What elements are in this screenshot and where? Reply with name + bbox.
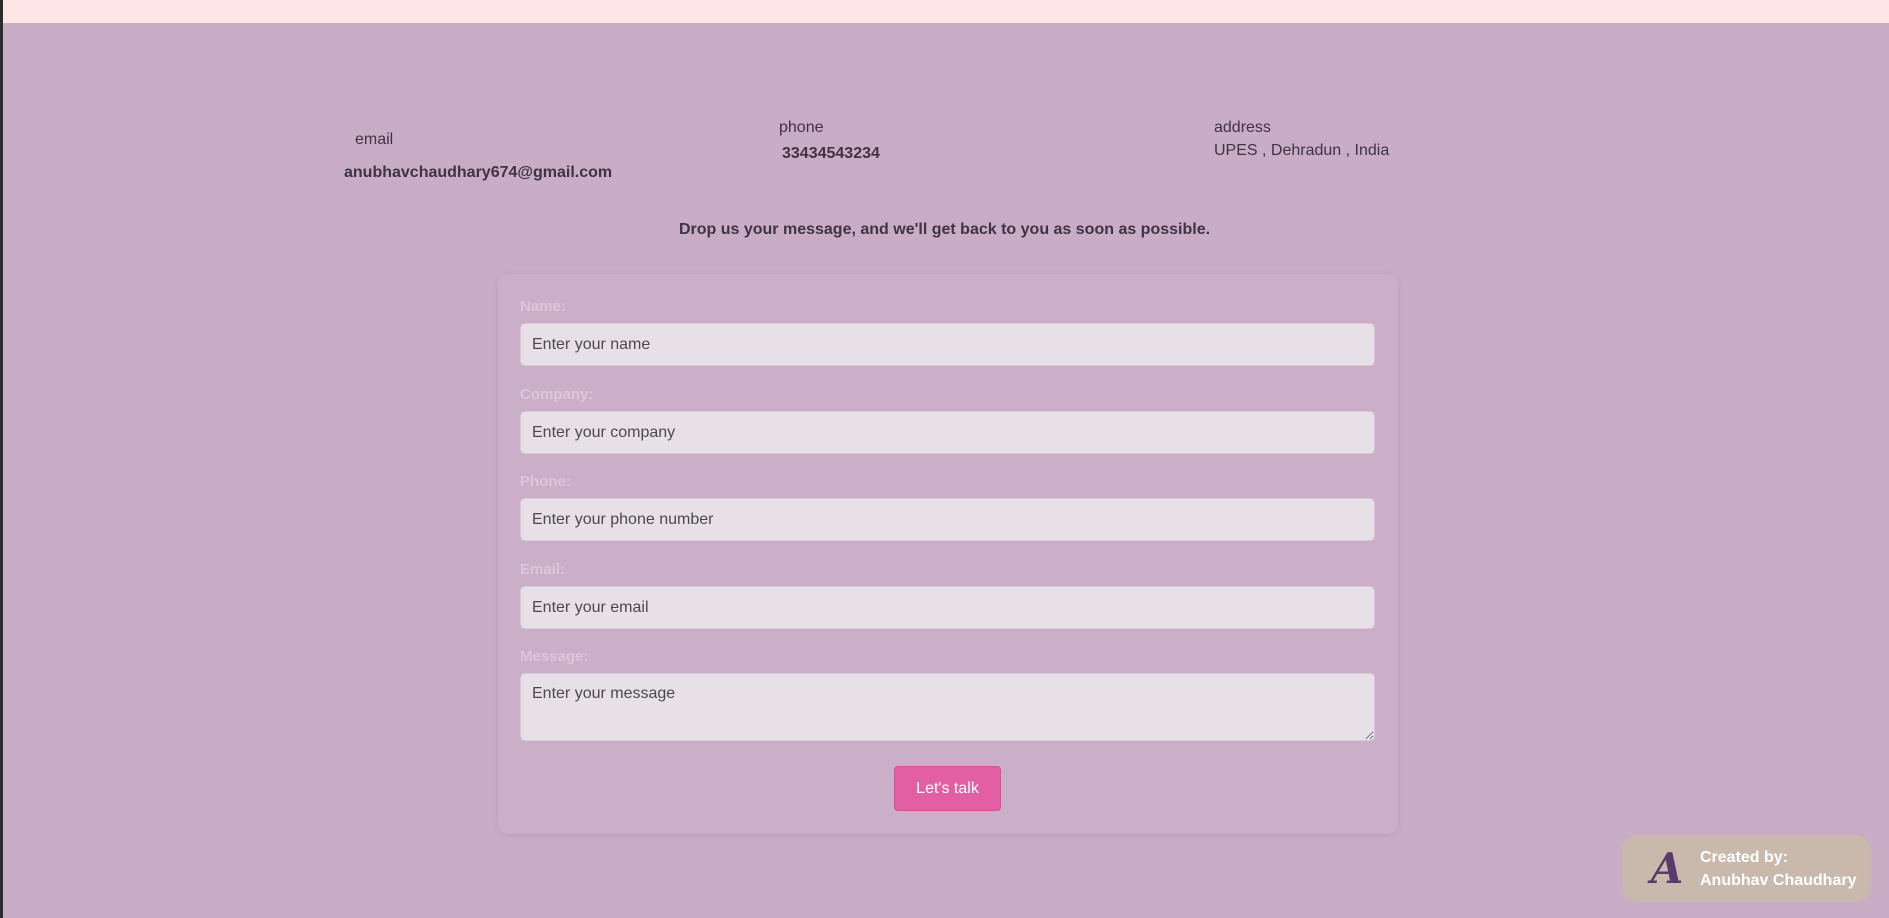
- credit-text: Created by: Anubhav Chaudhary: [1700, 846, 1856, 892]
- contact-form: Name: Company: Phone: Email: Message: Le…: [498, 274, 1398, 834]
- message-textarea[interactable]: [520, 673, 1375, 741]
- email-label: email: [355, 131, 394, 148]
- phone-value: 33434543234: [782, 145, 880, 162]
- credit-badge[interactable]: A Created by: Anubhav Chaudhary: [1622, 835, 1871, 902]
- email-input[interactable]: [520, 586, 1375, 629]
- credit-line-1: Created by:: [1700, 848, 1789, 866]
- email-value: anubhavchaudhary674@gmail.com: [344, 164, 613, 181]
- company-input[interactable]: [520, 411, 1375, 454]
- author-logo-icon: A: [1650, 844, 1684, 893]
- phone-label: phone: [779, 119, 824, 136]
- phone-input[interactable]: [520, 498, 1375, 541]
- address-value: UPES , Dehradun , India: [1214, 142, 1390, 159]
- name-label: Name:: [520, 298, 566, 315]
- name-input[interactable]: [520, 323, 1375, 366]
- phone-label-form: Phone:: [520, 473, 571, 490]
- lets-talk-button[interactable]: Let's talk: [894, 766, 1001, 811]
- window-edge: [0, 0, 3, 918]
- top-strip: [0, 0, 1889, 23]
- contact-tagline: Drop us your message, and we'll get back…: [678, 221, 1211, 238]
- message-label: Message:: [520, 648, 589, 665]
- address-label: address: [1214, 119, 1271, 136]
- credit-line-2: Anubhav Chaudhary: [1700, 871, 1857, 889]
- company-label: Company:: [520, 386, 594, 403]
- email-label-form: Email:: [520, 561, 566, 578]
